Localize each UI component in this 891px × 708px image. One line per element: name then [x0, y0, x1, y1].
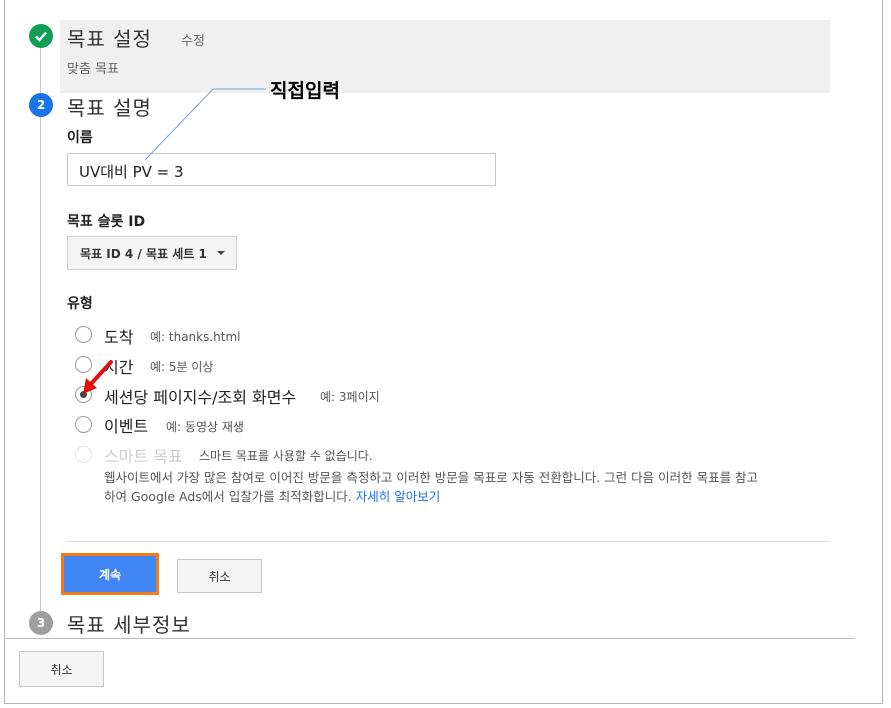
- annotation-overlay: [83, 88, 266, 394]
- red-arrow-icon: [83, 360, 113, 394]
- callout-leader-line: [144, 88, 266, 161]
